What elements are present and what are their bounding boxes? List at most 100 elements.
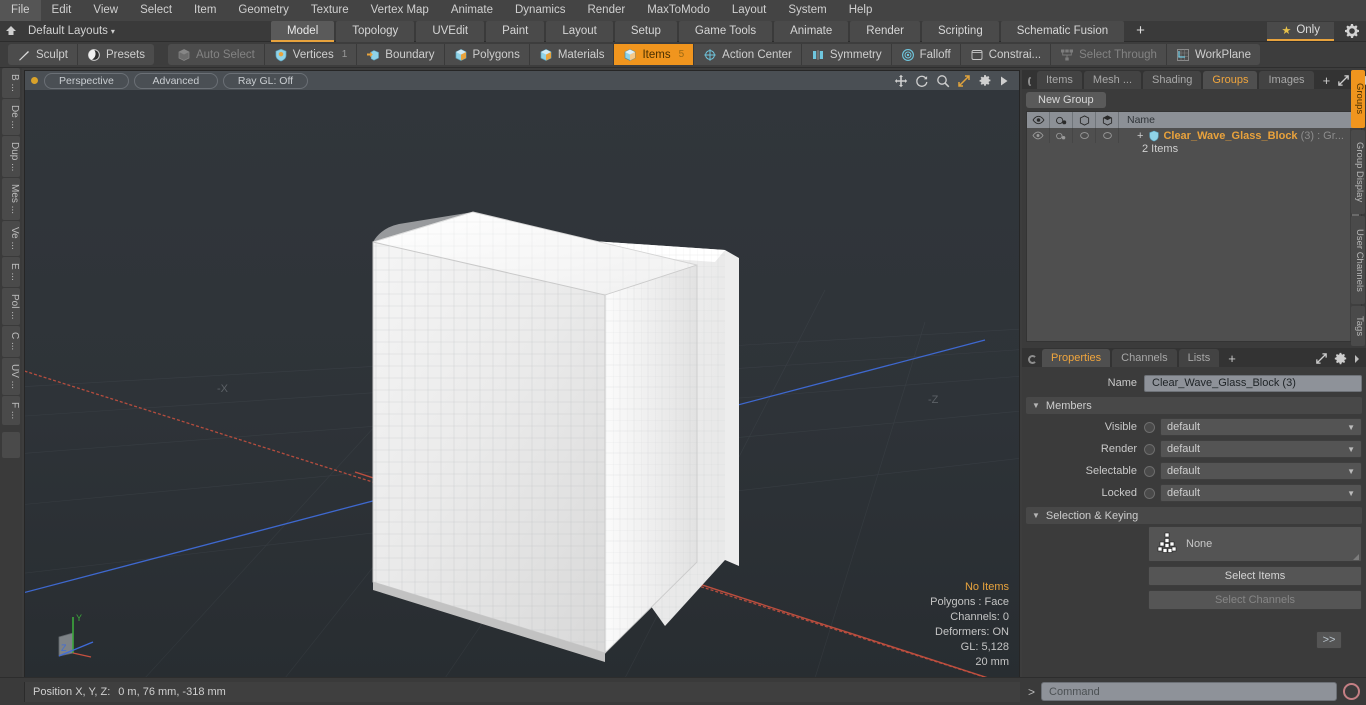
members-section-header[interactable]: ▼ Members: [1026, 397, 1362, 414]
viewport-projection-selector[interactable]: Perspective: [44, 72, 129, 89]
layout-tab-model[interactable]: Model: [270, 20, 335, 42]
menu-item-dynamics[interactable]: Dynamics: [504, 0, 576, 21]
locked-radio[interactable]: [1144, 487, 1155, 499]
falloff-button[interactable]: Falloff: [892, 44, 961, 65]
action-center-button[interactable]: Action Center: [694, 44, 802, 65]
groups-list[interactable]: Name + Clear_Wave_Glass_Block (3): Gr..…: [1026, 111, 1362, 342]
menu-item-animate[interactable]: Animate: [440, 0, 504, 21]
right-tab-tags[interactable]: Tags: [1351, 306, 1365, 346]
presets-button[interactable]: Presets: [78, 44, 154, 65]
left-rail-tab-c[interactable]: C ...: [2, 326, 20, 357]
menu-item-file[interactable]: File: [0, 0, 41, 21]
viewport-shading-selector[interactable]: Advanced: [133, 72, 218, 89]
left-rail-extra-button[interactable]: [2, 431, 20, 458]
move-icon[interactable]: [894, 74, 908, 88]
layout-tab-paint[interactable]: Paint: [486, 20, 545, 42]
render-dropdown[interactable]: default ▼: [1160, 440, 1362, 458]
new-group-button[interactable]: New Group: [1026, 92, 1106, 108]
properties-menu-dot[interactable]: [1028, 355, 1037, 364]
layout-tab-topology[interactable]: Topology: [336, 20, 415, 42]
materials-button[interactable]: Materials: [530, 44, 615, 65]
default-layouts-menu[interactable]: Default Layouts ▾: [22, 25, 121, 37]
menu-item-help[interactable]: Help: [838, 0, 884, 21]
settings-icon[interactable]: [978, 74, 992, 88]
layout-tab-scripting[interactable]: Scripting: [921, 20, 999, 42]
layout-tab-animate[interactable]: Animate: [774, 20, 849, 42]
render-icon[interactable]: [1050, 112, 1073, 128]
left-rail-tab-b[interactable]: B ...: [2, 68, 20, 98]
left-rail-tab-pol[interactable]: Pol ...: [2, 287, 20, 326]
auto-select-button[interactable]: Auto Select: [168, 44, 265, 65]
menu-item-vertex-map[interactable]: Vertex Map: [360, 0, 440, 21]
visible-dropdown[interactable]: default ▼: [1160, 418, 1362, 436]
layout-tab-setup[interactable]: Setup: [614, 20, 677, 42]
only-toggle-button[interactable]: ★ Only: [1267, 21, 1334, 41]
left-rail-tab-de[interactable]: De ...: [2, 98, 20, 135]
left-rail-tab-ve[interactable]: Ve ...: [2, 221, 20, 256]
polygons-button[interactable]: Polygons: [445, 44, 530, 65]
row-wire-toggle[interactable]: [1073, 128, 1096, 143]
menu-item-edit[interactable]: Edit: [41, 0, 83, 21]
rotate-icon[interactable]: [915, 74, 929, 88]
eye-icon[interactable]: [1027, 112, 1050, 128]
add-layout-tab-button[interactable]: +: [1126, 21, 1155, 42]
tab-items[interactable]: Items: [1037, 71, 1082, 89]
left-rail-tab-mes[interactable]: Mes ...: [2, 178, 20, 221]
selection-set-field[interactable]: None: [1148, 526, 1362, 562]
locked-dropdown[interactable]: default ▼: [1160, 484, 1362, 502]
fit-icon[interactable]: [957, 74, 971, 88]
gear-icon[interactable]: [1344, 23, 1360, 39]
select-items-button[interactable]: Select Items: [1148, 566, 1362, 586]
menu-item-geometry[interactable]: Geometry: [227, 0, 300, 21]
viewport-canvas[interactable]: -X -Z Y Z No Items Polygons: Face Chann…: [25, 90, 1019, 678]
menu-item-render[interactable]: Render: [576, 0, 636, 21]
right-tab-group-display[interactable]: Group Display: [1351, 130, 1365, 214]
symmetry-button[interactable]: Symmetry: [802, 44, 892, 65]
maximize-icon[interactable]: [1315, 352, 1328, 365]
name-input[interactable]: Clear_Wave_Glass_Block (3): [1144, 374, 1362, 392]
panel-menu-dot[interactable]: [1028, 77, 1032, 86]
shade-icon[interactable]: [1096, 112, 1119, 128]
left-rail-tab-f[interactable]: F ...: [2, 395, 20, 425]
add-panel-tab-button[interactable]: +: [1316, 72, 1338, 89]
menu-item-select[interactable]: Select: [129, 0, 183, 21]
selectable-dropdown[interactable]: default ▼: [1160, 462, 1362, 480]
zoom-icon[interactable]: [936, 74, 950, 88]
expand-more-button[interactable]: >>: [1316, 631, 1342, 649]
row-eye-toggle[interactable]: [1027, 128, 1050, 143]
viewport-raygl-selector[interactable]: Ray GL: Off: [222, 72, 309, 89]
select-through-button[interactable]: Select Through: [1051, 44, 1167, 65]
tab-lists[interactable]: Lists: [1178, 349, 1220, 367]
wire-icon[interactable]: [1073, 112, 1096, 128]
menu-item-texture[interactable]: Texture: [300, 0, 360, 21]
layout-tab-schematic-fusion[interactable]: Schematic Fusion: [1000, 20, 1125, 42]
gear-icon[interactable]: [1334, 352, 1347, 365]
row-shade-toggle[interactable]: [1096, 128, 1119, 143]
row-render-toggle[interactable]: [1050, 128, 1073, 143]
tab-images[interactable]: Images: [1259, 71, 1314, 89]
render-radio[interactable]: [1144, 443, 1155, 455]
expander-icon[interactable]: +: [1137, 130, 1143, 142]
group-row-name[interactable]: + Clear_Wave_Glass_Block (3) : Gr...: [1119, 130, 1344, 142]
record-icon[interactable]: [1343, 683, 1360, 700]
home-icon[interactable]: [0, 22, 22, 41]
layout-tab-render[interactable]: Render: [850, 20, 920, 42]
menu-item-maxtomodo[interactable]: MaxToModo: [636, 0, 721, 21]
menu-item-view[interactable]: View: [82, 0, 129, 21]
viewport-status-dot[interactable]: [31, 77, 38, 84]
maximize-icon[interactable]: [1337, 74, 1350, 87]
tab-properties[interactable]: Properties: [1042, 349, 1111, 367]
layout-tab-uvedit[interactable]: UVEdit: [416, 20, 485, 42]
right-tab-groups[interactable]: Groups: [1351, 70, 1365, 128]
visible-radio[interactable]: [1144, 421, 1155, 433]
constraints-button[interactable]: Constrai...: [961, 44, 1052, 65]
workplane-button[interactable]: WorkPlane: [1167, 44, 1260, 65]
selectable-radio[interactable]: [1144, 465, 1155, 477]
left-rail-tab-uv[interactable]: UV ...: [2, 357, 20, 395]
table-row[interactable]: + Clear_Wave_Glass_Block (3) : Gr...: [1027, 128, 1361, 143]
vertices-button[interactable]: Vertices 1: [265, 44, 358, 65]
right-tab-user-channels[interactable]: User Channels: [1351, 216, 1365, 304]
tab-groups[interactable]: Groups: [1203, 71, 1258, 89]
play-icon[interactable]: [999, 75, 1009, 87]
boundary-button[interactable]: Boundary: [357, 44, 445, 65]
